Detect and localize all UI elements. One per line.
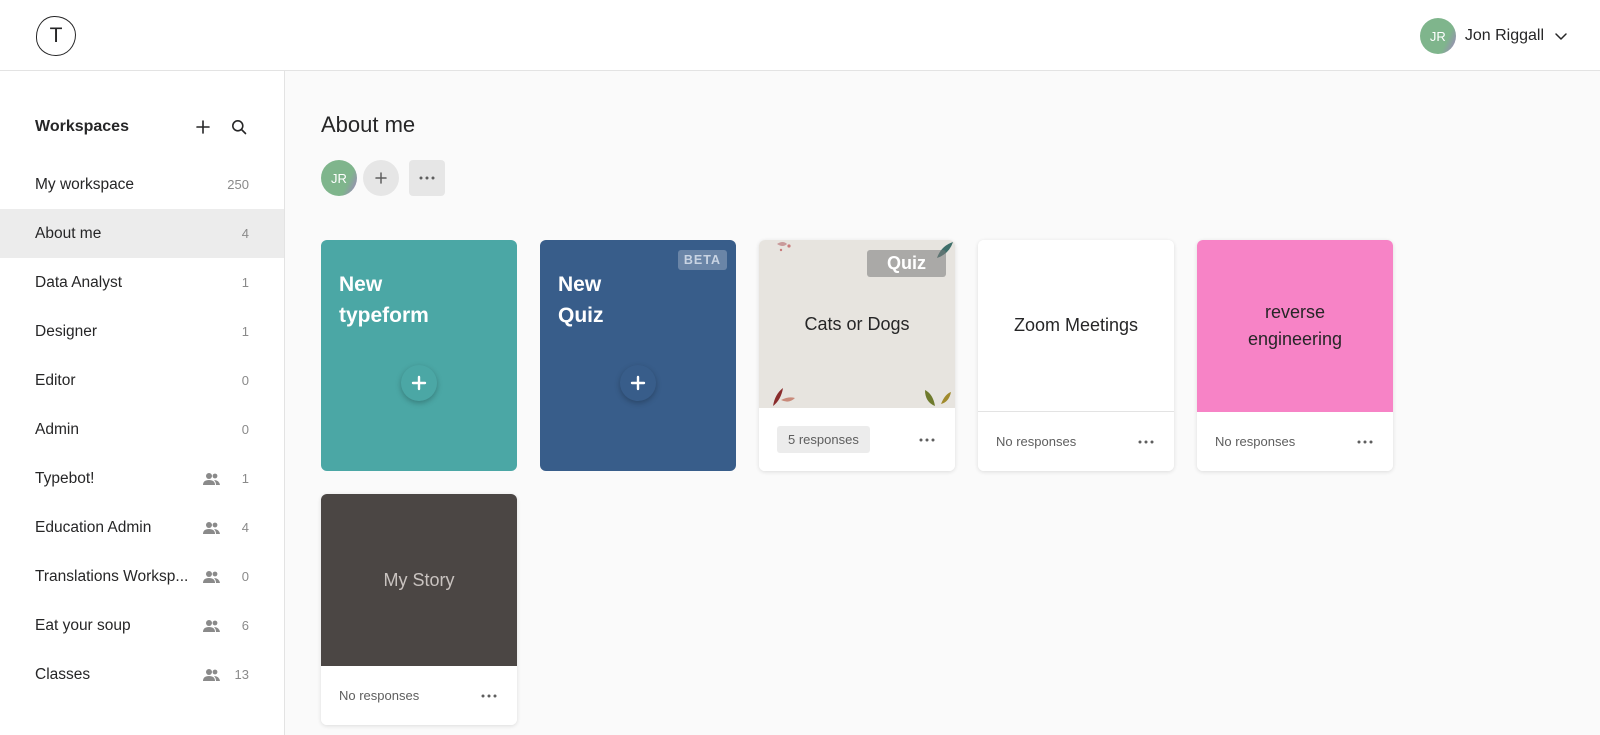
sidebar-item-count: 0 <box>241 422 249 437</box>
more-horizontal-icon <box>1138 440 1154 443</box>
sidebar-item[interactable]: Classes 13 <box>0 650 284 699</box>
new-typeform-plus-button[interactable] <box>401 365 437 401</box>
shared-users-icon <box>203 472 220 485</box>
sidebar-item-label: Education Admin <box>35 518 152 536</box>
new-quiz-card[interactable]: BETA New Quiz <box>540 240 736 471</box>
new-typeform-title: New typeform <box>339 273 429 327</box>
shared-users-icon <box>203 570 220 583</box>
invite-member-button[interactable] <box>363 160 399 196</box>
user-menu[interactable]: JR Jon Riggall <box>1419 18 1568 54</box>
search-workspace-button[interactable] <box>228 116 250 138</box>
workspace-options-button[interactable] <box>409 160 445 196</box>
sidebar-item[interactable]: Designer 1 <box>0 307 284 356</box>
sidebar-item-label: Translations Worksp... <box>35 567 189 585</box>
sidebar-item-label: Typebot! <box>35 469 95 487</box>
form-footer: No responses <box>1197 412 1393 471</box>
sidebar-item-count: 0 <box>241 373 249 388</box>
sidebar-item[interactable]: Admin 0 <box>0 405 284 454</box>
form-card-zoom-meetings[interactable]: Zoom Meetings No responses <box>978 240 1174 471</box>
form-options-button[interactable] <box>479 686 499 706</box>
more-horizontal-icon <box>1357 440 1373 443</box>
main-content: About me JR New typeform BETA New Quiz C… <box>285 71 1600 735</box>
form-footer: No responses <box>321 666 517 725</box>
form-options-button[interactable] <box>917 430 937 450</box>
workspaces-title: Workspaces <box>35 118 129 135</box>
plus-icon <box>375 172 387 184</box>
form-thumbnail[interactable]: Zoom Meetings <box>978 240 1174 412</box>
new-quiz-plus-button[interactable] <box>620 365 656 401</box>
sidebar-item-label: My workspace <box>35 175 135 193</box>
plus-icon <box>196 120 210 134</box>
sidebar-item-label: Classes <box>35 665 91 683</box>
sidebar-item-count: 1 <box>241 471 249 486</box>
sidebar-item-count: 1 <box>241 275 249 290</box>
responses-count[interactable]: 5 responses <box>777 426 870 453</box>
user-avatar[interactable]: JR <box>1419 18 1456 54</box>
responses-count: No responses <box>1215 434 1296 449</box>
sidebar-item[interactable]: Editor 0 <box>0 356 284 405</box>
shared-users-icon <box>203 619 220 632</box>
sidebar-item-count: 6 <box>241 618 249 633</box>
sidebar-item[interactable]: About me 4 <box>0 209 284 258</box>
chevron-down-icon[interactable] <box>1554 29 1568 43</box>
responses-count: No responses <box>339 688 420 703</box>
more-horizontal-icon <box>481 694 497 697</box>
form-thumbnail[interactable]: reverse engineering <box>1197 240 1393 412</box>
user-name[interactable]: Jon Riggall <box>1465 27 1544 45</box>
typeform-logo[interactable]: T <box>36 16 76 56</box>
plus-icon <box>630 375 646 391</box>
form-title: My Story <box>383 569 455 590</box>
sidebar-item-label: Eat your soup <box>35 616 131 634</box>
responses-count: No responses <box>996 434 1077 449</box>
sidebar-item[interactable]: Data Analyst 1 <box>0 258 284 307</box>
form-footer: 5 responses <box>759 408 955 471</box>
form-card-my-story[interactable]: My Story No responses <box>321 494 517 725</box>
form-thumbnail[interactable]: Cats or Dogs Quiz <box>759 240 955 408</box>
sidebar-item[interactable]: Translations Worksp... 0 <box>0 552 284 601</box>
form-options-button[interactable] <box>1355 432 1375 452</box>
member-avatar[interactable]: JR <box>321 160 357 196</box>
sidebar-item-count: 13 <box>234 667 249 682</box>
top-bar: T JR Jon Riggall <box>0 0 1600 71</box>
sidebar-item[interactable]: Typebot! 1 <box>0 454 284 503</box>
quiz-tag: Quiz <box>867 250 946 277</box>
sidebar-item-label: Designer <box>35 322 98 340</box>
more-horizontal-icon <box>919 438 935 441</box>
sidebar: Workspaces My workspace 250 About me 4 Data … <box>0 71 285 735</box>
sidebar-item[interactable]: Education Admin 4 <box>0 503 284 552</box>
form-title: Cats or Dogs <box>804 313 910 334</box>
form-title: Zoom Meetings <box>1013 315 1139 335</box>
sidebar-item-label: Admin <box>35 420 79 438</box>
search-icon <box>232 120 247 135</box>
sidebar-item-count: 250 <box>227 177 249 192</box>
form-card-cats-or-dogs[interactable]: Cats or Dogs Quiz 5 responses <box>759 240 955 471</box>
workspace-list: My workspace 250 About me 4 Data Analyst 1 Des… <box>0 160 284 699</box>
form-thumbnail[interactable]: My Story <box>321 494 517 666</box>
plus-icon <box>411 375 427 391</box>
sidebar-item-count: 0 <box>241 569 249 584</box>
add-workspace-button[interactable] <box>192 116 214 138</box>
sidebar-item-count: 4 <box>241 226 249 241</box>
shared-users-icon <box>203 521 220 534</box>
sidebar-item-count: 4 <box>241 520 249 535</box>
sidebar-item-label: Data Analyst <box>35 273 123 291</box>
sidebar-item[interactable]: Eat your soup 6 <box>0 601 284 650</box>
more-horizontal-icon <box>419 176 435 180</box>
shared-users-icon <box>202 668 220 681</box>
sidebar-item[interactable]: My workspace 250 <box>0 160 284 209</box>
form-card-reverse-engineering[interactable]: reverse engineering No responses <box>1197 240 1393 471</box>
page-title: About me <box>321 112 416 137</box>
workspaces-header: Workspaces <box>35 115 250 139</box>
form-title: reverse engineering <box>1247 302 1343 349</box>
new-typeform-card[interactable]: New typeform <box>321 240 517 471</box>
sidebar-item-label: About me <box>35 224 102 242</box>
workspace-members: JR <box>321 160 445 196</box>
new-quiz-title: New Quiz <box>558 273 604 327</box>
sidebar-item-count: 1 <box>241 324 249 339</box>
beta-badge: BETA <box>677 250 727 270</box>
form-options-button[interactable] <box>1136 432 1156 452</box>
form-footer: No responses <box>978 412 1174 471</box>
sidebar-item-label: Editor <box>35 371 76 389</box>
